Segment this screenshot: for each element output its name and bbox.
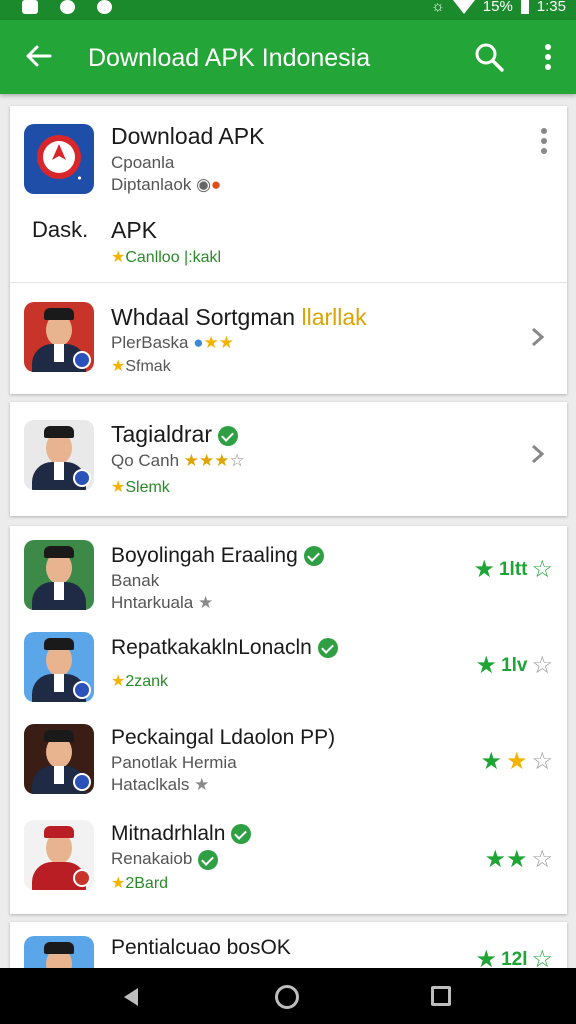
app-subtitle: Cpoanla [111,153,175,172]
verified-icon [317,638,338,659]
verified-icon [303,546,324,567]
more-vert-icon[interactable] [539,126,549,156]
app-bar: Download APK Indonesia [0,20,576,94]
badge-icon: ● [210,175,222,194]
navigation-bar [0,968,576,1024]
featured-card[interactable]: Download APK Cpoanla Diptanlaok ◉● Dask.… [10,106,567,394]
list-item[interactable]: Boyolingah Eraaling Banak Hntarkuala ★ ★… [10,526,567,622]
list-item[interactable]: Whdaal Sortgman llarllak PlerBaska ●★★ ★… [10,283,567,394]
app-developer: Diptanlaok ◉● [111,174,221,196]
app-icon [24,632,94,702]
arrow-back-icon[interactable] [20,38,56,74]
verified-icon [198,849,219,870]
coin-icon: ◉ [196,175,211,194]
battery-percent: 15% [482,0,513,15]
section-label: Dask. [32,217,89,242]
more-vert-icon[interactable] [538,40,558,74]
alarm-icon: ☼ [431,0,445,15]
app-list-card: Boyolingah Eraaling Banak Hntarkuala ★ ★… [10,526,567,914]
app-title: Boyolingah Eraaling [111,542,324,570]
app-subtitle: Panotlak Hermia [111,753,237,772]
app-title: Mitnadrhlaln [111,820,252,848]
wifi-icon [452,0,475,14]
app-title: Pentialcuao bosOK [111,936,291,959]
app-icon [24,540,94,610]
app-title: RepatkakaklnLonacln [111,634,338,662]
app-icon-download-apk [24,124,94,194]
list-item[interactable]: Mitnadrhlaln Renakaiob ★2Bard ★★ ☆ [10,812,567,912]
rating: ★ 1lv ☆ [475,652,553,679]
app-subtitle: Renakaiob [111,848,219,870]
verified-icon [231,824,252,845]
developer-name: Diptanlaok [111,175,192,194]
rating: ★ 1ltt ☆ [473,556,553,583]
music-icon [97,0,112,14]
app-subtitle: PlerBaska ●★★ [111,333,234,352]
nav-home-icon[interactable] [275,985,299,1009]
nav-back-icon[interactable] [120,985,142,1009]
rating: ★★☆ [484,846,553,873]
app-title: Whdaal Sortgman llarllak [111,304,367,330]
app-icon [24,420,94,490]
nav-recents-icon[interactable] [431,986,451,1006]
app-title: Download APK [111,123,265,149]
app-title: Tagialdrar [111,420,238,448]
app-meta: Hntarkuala ★ [111,593,214,612]
app-card[interactable]: Tagialdrar Qo Canh ★★★☆ ★Slemk [10,402,567,516]
app-meta: ★2Bard [111,875,169,892]
battery-icon [520,0,529,14]
app-meta: ★Sfmak [111,358,171,375]
clock: 1:35 [536,0,566,15]
chevron-right-icon[interactable] [527,440,549,468]
status-bar: ☼ 15% 1:35 [0,0,576,20]
app-meta: ★Slemk [111,479,170,496]
list-item[interactable]: Peckaingal Ldaolon PP) Panotlak Hermia H… [10,716,567,812]
page-title: Download APK Indonesia [88,44,371,72]
app-icon [24,820,94,890]
search-icon[interactable] [472,40,506,74]
app-subtitle: Qo Canh ★★★☆ [111,451,245,470]
sync-icon [60,0,75,14]
notification-icon [22,0,38,14]
section-title: APK [111,217,158,243]
app-title: Peckaingal Ldaolon PP) [111,726,336,749]
section-meta: ★Canlloo |:kakl [111,249,222,266]
app-icon [24,724,94,794]
rating: ★★☆ [480,748,553,775]
app-subtitle: Banak [111,571,160,590]
app-icon [24,302,94,372]
verified-icon [218,425,238,446]
app-meta: Hataclkals ★ [111,775,210,794]
app-meta: ★2zank [111,673,169,690]
list-item[interactable]: RepatkakaklnLonacln ★2zank ★ 1lv ☆ [10,622,567,716]
chevron-right-icon[interactable] [527,323,549,351]
